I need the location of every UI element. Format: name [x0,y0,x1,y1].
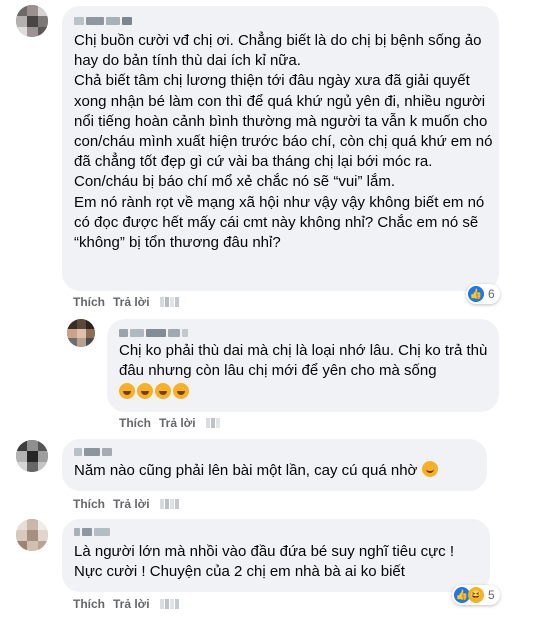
timestamp-redacted[interactable] [205,418,220,428]
reaction-summary[interactable]: 👍 😆 5 [452,585,500,605]
comment-paragraph-text: Năm nào cũng phải lên bài một lần, cay c… [74,462,418,479]
reply-button[interactable]: Trả lời [113,497,150,511]
timestamp-redacted[interactable] [159,599,179,609]
reaction-count: 5 [488,588,495,602]
comment-paragraph: Chị ko phải thù dai mà chị là loại nhớ l… [119,342,488,380]
author-name-redacted[interactable] [119,328,188,338]
rofl-emoji [137,383,153,400]
reply-button[interactable]: Trả lời [159,416,196,430]
reply-button[interactable]: Trả lời [113,295,150,309]
like-button[interactable]: Thích [73,497,105,511]
emoji-row [119,383,491,403]
comment-bubble: Là người lớn mà nhồi vào đầu đứa bé suy … [62,519,490,592]
comment-paragraph: Chị buồn cười vđ chị ơi. Chẳng biết là d… [74,32,482,70]
timestamp-redacted[interactable] [159,297,179,307]
smiling-face-emoji [421,461,438,477]
comment-paragraph: Là người lớn mà nhồi vào đầu đứa bé suy … [74,543,455,560]
rofl-emoji [155,383,171,400]
like-button[interactable]: Thích [73,597,105,611]
comment-actions: Thích Trả lời [73,497,179,511]
comment-bubble: Chị buồn cười vđ chị ơi. Chẳng biết là d… [62,6,499,291]
like-button[interactable]: Thích [119,416,151,430]
comment-actions: Thích Trả lời [73,295,179,309]
reply-actions: Thích Trả lời [119,416,220,430]
like-icon: 👍 [468,286,484,302]
rofl-emoji [119,383,135,400]
author-name-redacted[interactable] [74,16,132,26]
haha-icon: 😆 [468,587,484,603]
comment-text: Năm nào cũng phải lên bài một lần, cay c… [74,461,484,481]
avatar[interactable] [16,5,48,37]
comment-text: Chị buồn cười vđ chị ơi. Chẳng biết là d… [74,31,494,253]
avatar[interactable] [16,440,48,472]
reaction-count: 6 [488,287,495,301]
avatar[interactable] [67,319,95,347]
reaction-summary[interactable]: 👍 6 [466,284,500,304]
reply-bubble: Chị ko phải thù dai mà chị là loại nhớ l… [107,319,499,412]
comment-paragraph: Chả biết tâm chị lương thiện tới đâu ngà… [74,72,493,191]
rofl-emoji [173,383,189,400]
author-name-redacted[interactable] [74,447,112,457]
comment-paragraph: Em nó rành rọt về mạng xã hội như vậy vậ… [74,193,485,252]
comment-actions: Thích Trả lời [73,597,179,611]
timestamp-redacted[interactable] [159,499,179,509]
avatar[interactable] [16,519,48,551]
like-button[interactable]: Thích [73,295,105,309]
reply-button[interactable]: Trả lời [113,597,150,611]
reply-text: Chị ko phải thù dai mà chị là loại nhớ l… [119,341,491,404]
comment-text: Là người lớn mà nhồi vào đầu đứa bé suy … [74,542,488,582]
comment-paragraph: Năm nào cũng phải lên bài một lần, cay c… [74,461,484,481]
comment-paragraph: Nực cười ! Chuyện của 2 chị em nhà bà ai… [74,563,405,581]
comment-bubble: Năm nào cũng phải lên bài một lần, cay c… [62,439,487,491]
author-name-redacted[interactable] [74,527,110,537]
